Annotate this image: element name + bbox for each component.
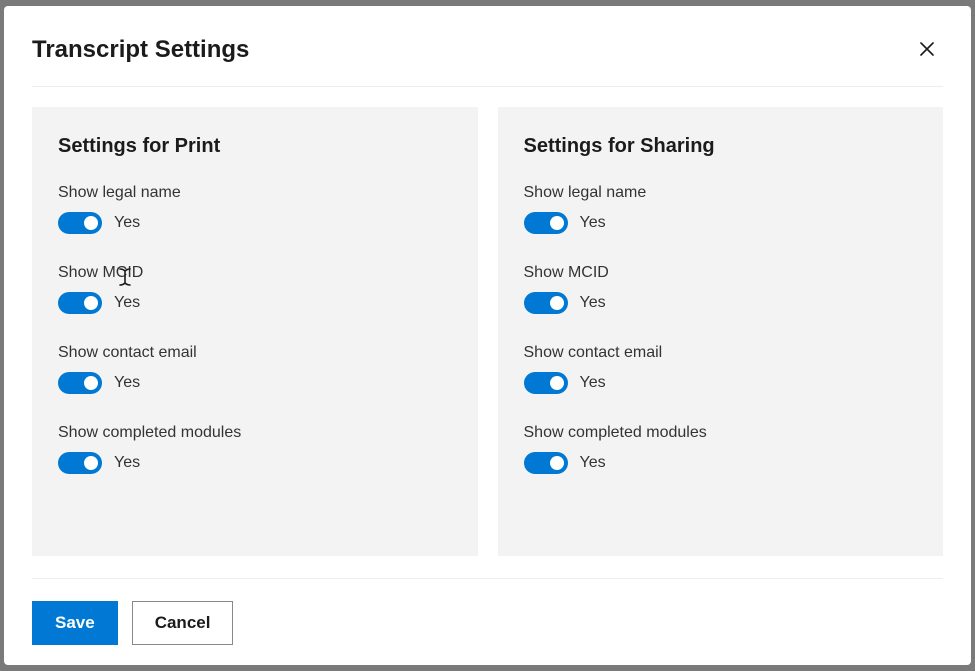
- sharing-show-contact-email: Show contact email Yes: [524, 344, 918, 394]
- panel-print: Settings for Print Show legal name Yes S…: [32, 107, 478, 556]
- setting-label: Show legal name: [58, 184, 452, 202]
- panel-sharing: Settings for Sharing Show legal name Yes…: [498, 107, 944, 556]
- toggle-knob: [550, 216, 564, 230]
- close-button[interactable]: [911, 34, 943, 66]
- toggle-status: Yes: [580, 294, 606, 312]
- print-show-mcid: Show MCID Yes: [58, 264, 452, 314]
- dialog-footer: Save Cancel: [32, 578, 943, 645]
- toggle-print-contact-email[interactable]: [58, 372, 102, 394]
- toggle-print-completed-modules[interactable]: [58, 452, 102, 474]
- toggle-line: Yes: [524, 292, 918, 314]
- toggle-print-mcid[interactable]: [58, 292, 102, 314]
- toggle-line: Yes: [58, 372, 452, 394]
- toggle-knob: [550, 296, 564, 310]
- print-show-legal-name: Show legal name Yes: [58, 184, 452, 234]
- toggle-status: Yes: [114, 374, 140, 392]
- setting-label: Show MCID: [58, 264, 452, 282]
- toggle-sharing-mcid[interactable]: [524, 292, 568, 314]
- print-show-completed-modules: Show completed modules Yes: [58, 424, 452, 474]
- toggle-print-legal-name[interactable]: [58, 212, 102, 234]
- toggle-sharing-contact-email[interactable]: [524, 372, 568, 394]
- transcript-settings-dialog: Transcript Settings Settings for Print S…: [4, 6, 971, 665]
- toggle-status: Yes: [114, 454, 140, 472]
- toggle-status: Yes: [114, 214, 140, 232]
- sharing-show-mcid: Show MCID Yes: [524, 264, 918, 314]
- toggle-status: Yes: [580, 454, 606, 472]
- toggle-line: Yes: [524, 212, 918, 234]
- toggle-line: Yes: [58, 452, 452, 474]
- sharing-show-completed-modules: Show completed modules Yes: [524, 424, 918, 474]
- toggle-status: Yes: [114, 294, 140, 312]
- toggle-line: Yes: [58, 212, 452, 234]
- toggle-line: Yes: [524, 452, 918, 474]
- close-icon: [920, 40, 934, 61]
- setting-label: Show MCID: [524, 264, 918, 282]
- panel-print-title: Settings for Print: [58, 135, 452, 158]
- sharing-show-legal-name: Show legal name Yes: [524, 184, 918, 234]
- settings-panels: Settings for Print Show legal name Yes S…: [32, 107, 943, 556]
- dialog-header: Transcript Settings: [32, 34, 943, 87]
- toggle-knob: [84, 456, 98, 470]
- toggle-line: Yes: [524, 372, 918, 394]
- toggle-sharing-legal-name[interactable]: [524, 212, 568, 234]
- toggle-knob: [84, 296, 98, 310]
- save-button[interactable]: Save: [32, 601, 118, 645]
- toggle-knob: [84, 216, 98, 230]
- setting-label: Show legal name: [524, 184, 918, 202]
- toggle-knob: [84, 376, 98, 390]
- toggle-knob: [550, 376, 564, 390]
- toggle-line: Yes: [58, 292, 452, 314]
- toggle-knob: [550, 456, 564, 470]
- setting-label: Show completed modules: [58, 424, 452, 442]
- toggle-status: Yes: [580, 374, 606, 392]
- toggle-status: Yes: [580, 214, 606, 232]
- cancel-button[interactable]: Cancel: [132, 601, 234, 645]
- print-show-contact-email: Show contact email Yes: [58, 344, 452, 394]
- setting-label: Show completed modules: [524, 424, 918, 442]
- setting-label: Show contact email: [524, 344, 918, 362]
- toggle-sharing-completed-modules[interactable]: [524, 452, 568, 474]
- dialog-title: Transcript Settings: [32, 36, 249, 64]
- panel-sharing-title: Settings for Sharing: [524, 135, 918, 158]
- setting-label: Show contact email: [58, 344, 452, 362]
